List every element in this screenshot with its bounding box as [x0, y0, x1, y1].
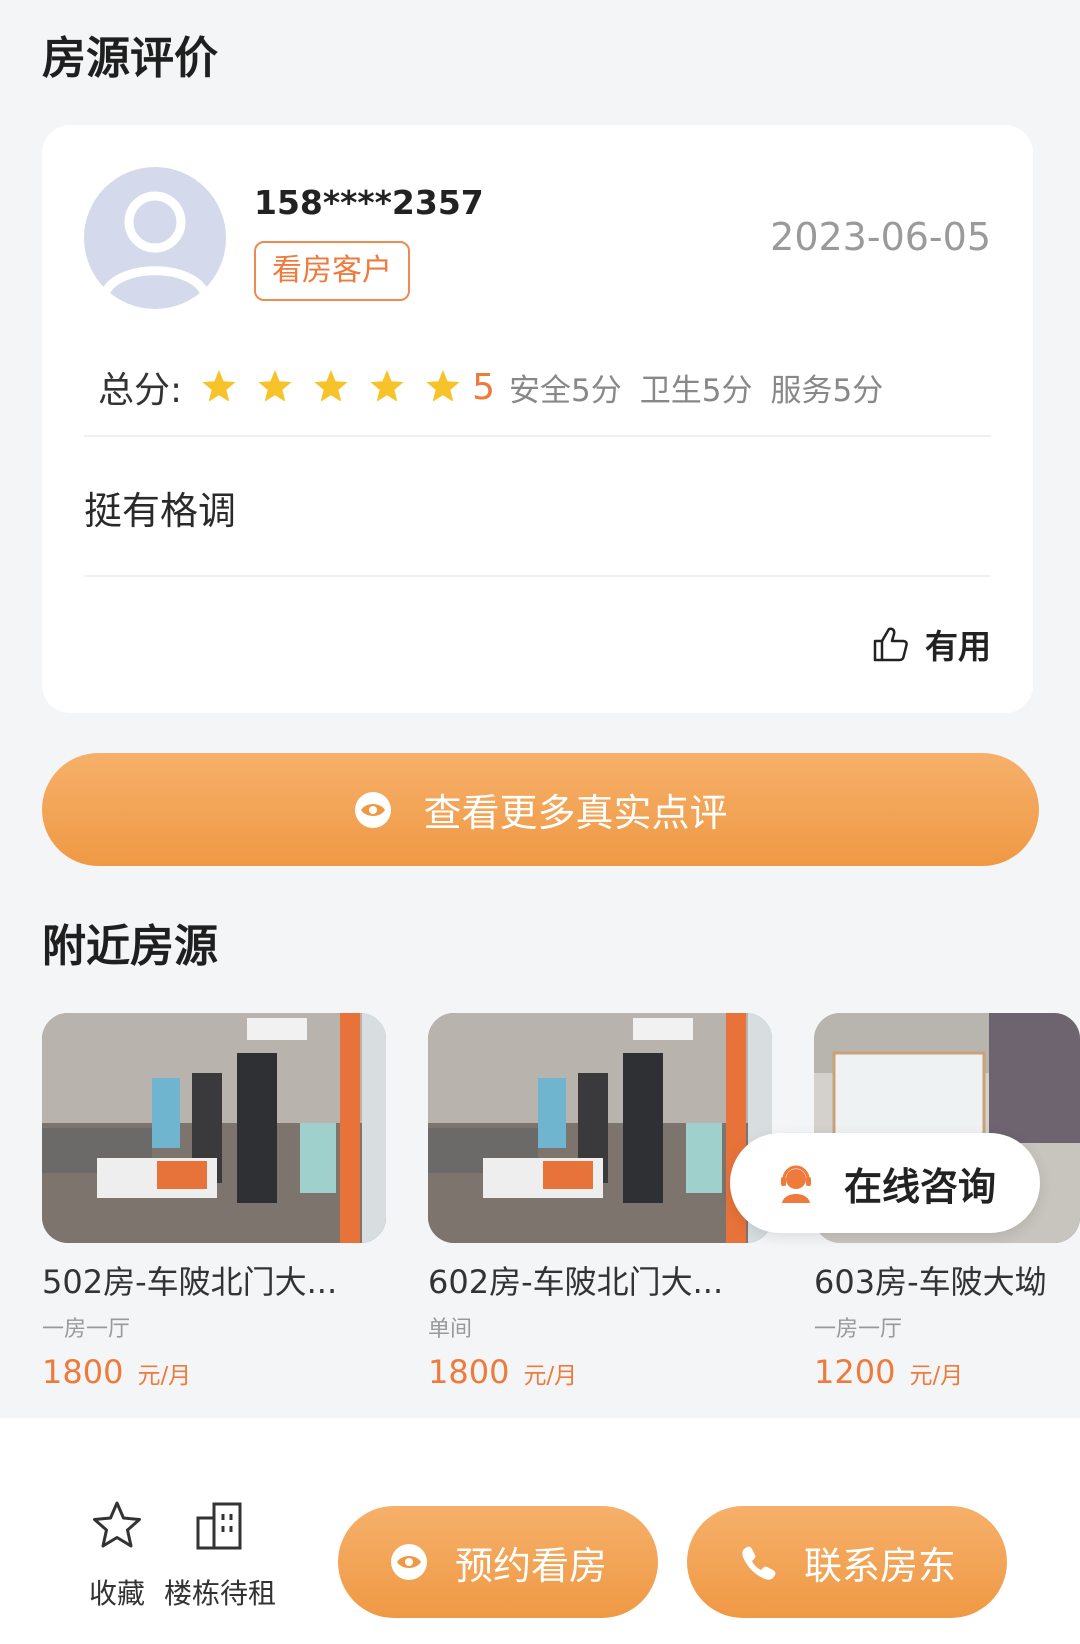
star-icon	[424, 368, 462, 406]
star-icon	[256, 368, 294, 406]
star-icon	[312, 368, 350, 406]
view-more-reviews-label: 查看更多真实点评	[423, 791, 728, 835]
listing-title: 602房-车陂北门大...	[428, 1263, 724, 1301]
listing-price-row: 1800 元/月	[42, 1353, 386, 1391]
favorite-button[interactable]: 收藏	[62, 1498, 172, 1612]
book-viewing-label: 预约看房	[454, 1543, 607, 1588]
reviewer-name: 158****2357	[254, 183, 484, 222]
listing-price-unit: 元/月	[523, 1363, 578, 1389]
listing-type: 单间	[428, 1317, 473, 1342]
customer-service-icon	[780, 1165, 811, 1203]
listing-title: 502房-车陂北门大...	[42, 1263, 338, 1301]
sub-score-service: 服务5分	[770, 372, 884, 409]
building-for-rent-button[interactable]: 楼栋待租	[158, 1498, 282, 1612]
score-label: 总分:	[98, 370, 183, 411]
contact-landlord-button[interactable]: 联系房东	[687, 1506, 1007, 1618]
view-more-reviews-button[interactable]: 查看更多真实点评	[42, 753, 1039, 866]
star-icon	[200, 368, 238, 406]
star-outline-icon	[93, 1501, 141, 1548]
bottom-action-bar: 收藏 楼栋待租 预约看房 联系房东	[0, 1418, 1080, 1644]
listing-type: 一房一厅	[42, 1317, 131, 1342]
listing-price-unit: 元/月	[137, 1363, 192, 1389]
review-text: 挺有格调	[84, 489, 237, 533]
listing-price-row: 1800 元/月	[428, 1353, 772, 1391]
listing-card[interactable]: 602房-车陂北门大... 单间 1800 元/月	[428, 1013, 772, 1391]
listing-price: 1800	[42, 1353, 124, 1391]
book-viewing-button[interactable]: 预约看房	[338, 1506, 658, 1618]
listing-type: 一房一厅	[814, 1317, 903, 1342]
listing-photo	[428, 1013, 772, 1243]
listing-price-row: 1200 元/月	[814, 1353, 1080, 1391]
star-icon	[368, 368, 406, 406]
listing-price: 1200	[814, 1353, 896, 1391]
listing-title: 603房-车陂大坳	[814, 1263, 1047, 1301]
avatar	[84, 167, 226, 309]
eye-icon	[390, 1544, 427, 1580]
star-rating	[200, 368, 462, 406]
thumbs-up-icon	[873, 627, 908, 662]
review-card: 158****2357 看房客户 2023-06-05 总分: 5 安全5分 卫…	[42, 125, 1033, 713]
reviewer-badge: 看房客户	[254, 241, 410, 301]
useful-button[interactable]: 有用	[871, 620, 991, 668]
building-for-rent-label: 楼栋待租	[163, 1577, 276, 1610]
nearby-section-title: 附近房源	[42, 921, 218, 972]
score-value: 5	[472, 366, 496, 408]
useful-label: 有用	[925, 627, 991, 666]
sub-score-safety: 安全5分	[509, 372, 622, 409]
eye-icon	[355, 791, 392, 828]
listing-price: 1800	[428, 1353, 510, 1391]
online-consult-label: 在线咨询	[843, 1164, 996, 1209]
review-section-title: 房源评价	[42, 33, 218, 84]
building-icon	[196, 1502, 242, 1550]
online-consult-button[interactable]: 在线咨询	[730, 1133, 1040, 1233]
review-date: 2023-06-05	[770, 215, 991, 259]
divider	[84, 575, 991, 577]
listing-card[interactable]: 502房-车陂北门大... 一房一厅 1800 元/月	[42, 1013, 386, 1391]
favorite-label: 收藏	[88, 1577, 145, 1610]
divider	[84, 435, 991, 437]
sub-score-hygiene: 卫生5分	[639, 372, 753, 409]
user-avatar-icon	[99, 191, 211, 299]
listing-photo	[42, 1013, 386, 1243]
phone-icon	[742, 1546, 776, 1580]
listing-price-unit: 元/月	[909, 1363, 964, 1389]
contact-landlord-label: 联系房东	[803, 1543, 956, 1588]
score-row: 总分: 5 安全5分 卫生5分 服务5分	[98, 357, 901, 417]
